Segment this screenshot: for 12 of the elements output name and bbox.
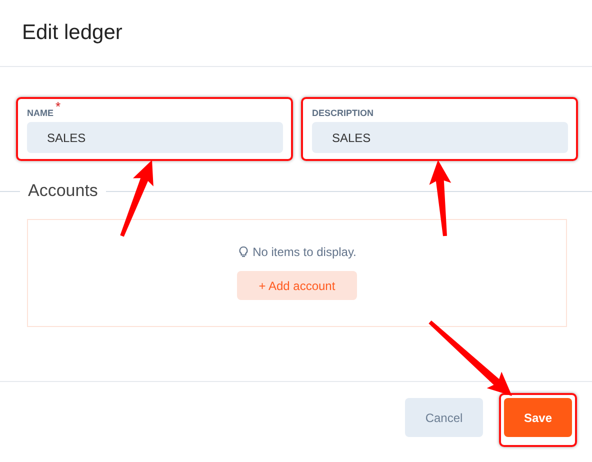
section-title: Accounts bbox=[27, 181, 99, 201]
empty-message: No items to display. bbox=[252, 245, 356, 259]
field-label: NAME bbox=[27, 108, 54, 118]
add-account-button[interactable]: + Add account bbox=[237, 271, 357, 300]
cancel-button[interactable]: Cancel bbox=[405, 398, 483, 437]
input-field[interactable]: SALES bbox=[312, 122, 568, 153]
required-mark: * bbox=[56, 99, 61, 114]
input-field[interactable]: SALES bbox=[27, 122, 283, 153]
save-button[interactable]: Save bbox=[504, 398, 572, 437]
lightbulb-icon bbox=[238, 246, 249, 258]
dialog-title: Edit ledger bbox=[22, 21, 122, 45]
field-label: DESCRIPTION bbox=[312, 108, 374, 118]
